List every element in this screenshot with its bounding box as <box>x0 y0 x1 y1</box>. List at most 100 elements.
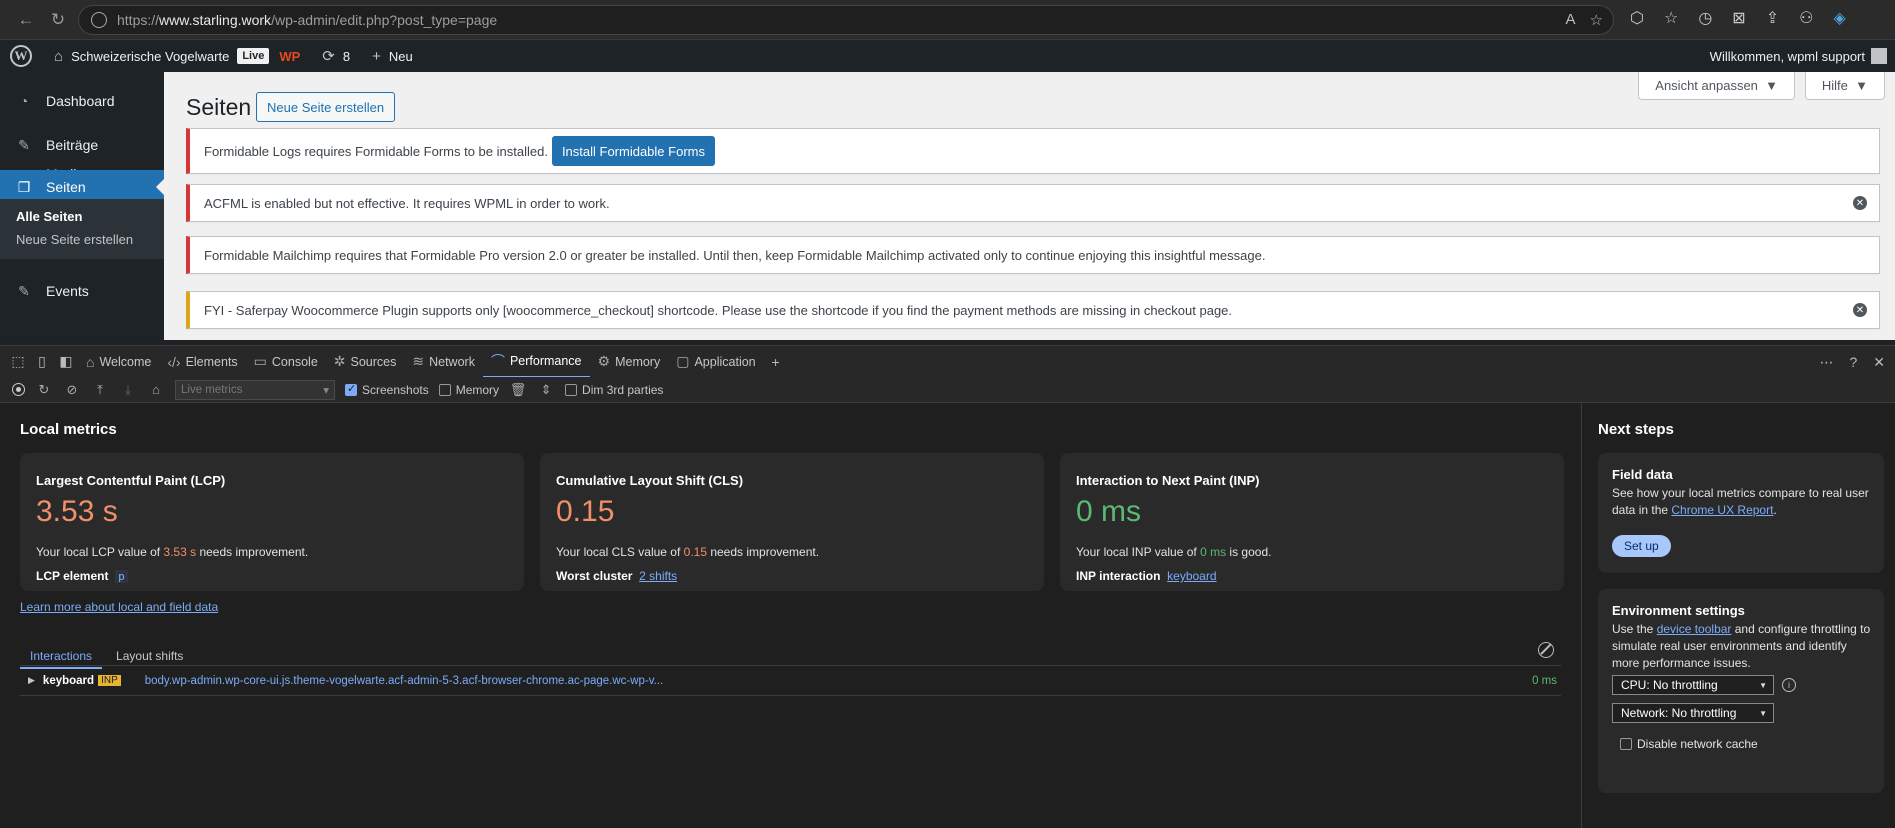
tab-sources[interactable]: ✲ Sources <box>326 346 405 378</box>
screen-options-button[interactable]: Ansicht anpassen ▼ <box>1638 72 1795 100</box>
reload-record-icon[interactable]: ↻ <box>35 382 53 398</box>
new-content-link[interactable]: + Neu <box>372 48 413 65</box>
address-bar[interactable]: https://www.starling.work/wp-admin/edit.… <box>78 5 1614 35</box>
add-new-page-button[interactable]: Neue Seite erstellen <box>256 92 396 122</box>
info-icon[interactable]: i <box>1782 678 1796 692</box>
tab-label: Elements <box>185 354 238 369</box>
notice-saferpay: FYI - Saferpay Woocommerce Plugin suppor… <box>186 291 1880 329</box>
checkbox-label: Dim 3rd parties <box>582 382 664 397</box>
devtools-tabbar: ⬚ ▯ ◧ ⌂ Welcome ‹/› Elements ▭ Console ✲ Sou… <box>0 345 1895 378</box>
notice-text: ACFML is enabled but not effective. It r… <box>204 195 610 211</box>
tab-application[interactable]: ▢ Application <box>668 346 763 378</box>
trash-icon[interactable]: 🗑 <box>509 382 527 398</box>
console-icon: ▭ <box>253 353 267 369</box>
submenu-all-pages[interactable]: Alle Seiten <box>16 209 82 224</box>
clear-interactions-icon[interactable] <box>1538 642 1554 658</box>
interaction-element[interactable]: body.wp-admin.wp-core-ui.js.theme-vogelw… <box>145 675 664 687</box>
read-aloud-icon[interactable]: A <box>1566 11 1576 29</box>
upload-icon[interactable]: ⤒ <box>91 382 109 398</box>
tab-performance[interactable]: ⌒ Performance <box>482 346 590 378</box>
learn-more-link[interactable]: Learn more about local and field data <box>20 600 218 614</box>
screenshots-checkbox[interactable]: Screenshots <box>345 382 429 397</box>
table-row[interactable]: ▶ keyboard INP body.wp-admin.wp-core-ui.… <box>20 666 1561 696</box>
dismiss-icon[interactable]: ✕ <box>1853 303 1867 317</box>
tab-memory[interactable]: ⚙ Memory <box>590 346 669 378</box>
more-options-icon[interactable]: ⋯ <box>1819 354 1833 371</box>
home-icon[interactable]: ⌂ <box>147 382 165 397</box>
chrome-ux-report-link[interactable]: Chrome UX Report <box>1671 503 1773 517</box>
device-toolbar-link[interactable]: device toolbar <box>1657 622 1732 636</box>
clear-icon[interactable]: ⊘ <box>63 382 81 398</box>
tab-label: Performance <box>509 353 582 368</box>
tab-network[interactable]: ≋ Network <box>404 346 483 378</box>
tab-welcome[interactable]: ⌂ Welcome <box>78 346 159 378</box>
help-button[interactable]: Hilfe ▼ <box>1804 72 1885 100</box>
wordpress-logo-icon[interactable]: W <box>10 45 32 67</box>
install-formidable-button[interactable]: Install Formidable Forms <box>551 136 715 166</box>
share-icon[interactable]: ⇪ <box>1766 8 1779 28</box>
worst-cluster-link[interactable]: 2 shifts <box>639 569 677 583</box>
reload-icon[interactable]: ↻ <box>44 6 72 34</box>
lock-icon <box>91 12 107 28</box>
submenu-new-page[interactable]: Neue Seite erstellen <box>16 232 133 247</box>
inp-title: Interaction to Next Paint (INP) <box>1076 473 1260 488</box>
favorite-star-icon[interactable]: ☆ <box>1590 11 1603 29</box>
updates-icon: ⟳ <box>322 48 335 65</box>
live-badge: Live <box>237 48 270 64</box>
cls-description: Your local CLS value of 0.15 needs impro… <box>556 545 820 559</box>
collapse-icon[interactable]: ⇕ <box>537 382 555 398</box>
sidebar-item-label: Beiträge <box>46 137 99 153</box>
account-menu[interactable]: Willkommen, wpml support <box>1710 48 1887 64</box>
wp-main-content: Ansicht anpassen ▼ Hilfe ▼ Seiten Neue S… <box>164 72 1895 340</box>
sidebar-item-events[interactable]: ✎ Events <box>0 274 164 308</box>
help-icon[interactable]: ? <box>1849 354 1857 370</box>
disable-cache-checkbox[interactable]: Disable network cache <box>1620 737 1758 751</box>
dashboard-icon: ◔ <box>19 93 29 109</box>
inp-interaction-link[interactable]: keyboard <box>1167 569 1216 583</box>
site-name-link[interactable]: ⌂ Schweizerische Vogelwarte Live WP <box>54 48 300 65</box>
sidebar-item-dashboard[interactable]: ◔ Dashboard <box>0 84 164 118</box>
lcp-element-tag[interactable]: p <box>115 570 128 583</box>
cls-worst-cluster: Worst cluster 2 shifts <box>556 569 678 583</box>
dim-third-parties-checkbox[interactable]: Dim 3rd parties <box>565 383 663 397</box>
field-data-text: See how your local metrics compare to re… <box>1612 486 1869 517</box>
environment-settings-text: Use the device toolbar and configure thr… <box>1612 622 1871 670</box>
network-throttling-select[interactable]: Network: No throttling <box>1612 703 1774 723</box>
dock-sidebar-icon[interactable]: ◧ <box>54 346 78 378</box>
download-icon[interactable]: ⤓ <box>119 382 137 398</box>
performance-icon: ⌒ <box>490 352 505 369</box>
add-tab-icon[interactable]: + <box>764 346 788 378</box>
inp-value: 0 ms <box>1076 495 1142 528</box>
memory-checkbox[interactable]: Memory <box>438 383 499 397</box>
extensions-icon[interactable]: ⬡ <box>1630 8 1644 28</box>
tab-label: Memory <box>615 354 661 369</box>
recording-select[interactable]: Live metrics <box>175 379 335 400</box>
notice-text: Formidable Mailchimp requires that Formi… <box>204 247 1266 263</box>
page-title: Seiten <box>186 94 252 120</box>
wpforms-icon[interactable]: WP <box>279 49 300 64</box>
cpu-throttling-select[interactable]: CPU: No throttling <box>1612 675 1774 695</box>
tab-label: Console <box>271 354 318 369</box>
setup-button[interactable]: Set up <box>1612 535 1671 557</box>
history-icon[interactable]: ◷ <box>1698 8 1712 28</box>
record-icon[interactable] <box>12 383 25 396</box>
close-icon[interactable]: ✕ <box>1873 354 1885 371</box>
back-icon[interactable]: ← <box>12 6 40 34</box>
tab-elements[interactable]: ‹/› Elements <box>159 346 245 378</box>
expand-arrow-icon[interactable]: ▶ <box>28 675 35 686</box>
device-toolbar-icon[interactable]: ▯ <box>30 346 54 378</box>
checkbox-icon <box>565 383 578 396</box>
live-metrics-panel: Local metrics Largest Contentful Paint (… <box>0 403 1580 828</box>
local-metrics-title: Local metrics <box>20 421 117 438</box>
screenshot-icon[interactable]: ⊠ <box>1732 8 1745 28</box>
profile-icon[interactable]: ⚇ <box>1799 8 1813 28</box>
notice-formidable-mailchimp: Formidable Mailchimp requires that Formi… <box>186 236 1880 274</box>
favorites-icon[interactable]: ☆ <box>1664 8 1678 28</box>
tab-label: Application <box>694 354 756 369</box>
dismiss-icon[interactable]: ✕ <box>1853 196 1867 210</box>
copilot-icon[interactable]: ◈ <box>1833 8 1845 28</box>
inspect-element-icon[interactable]: ⬚ <box>6 346 30 378</box>
sidebar-item-label: Seiten <box>46 179 86 195</box>
updates-link[interactable]: ⟳ 8 <box>322 47 350 65</box>
tab-console[interactable]: ▭ Console <box>246 346 326 378</box>
